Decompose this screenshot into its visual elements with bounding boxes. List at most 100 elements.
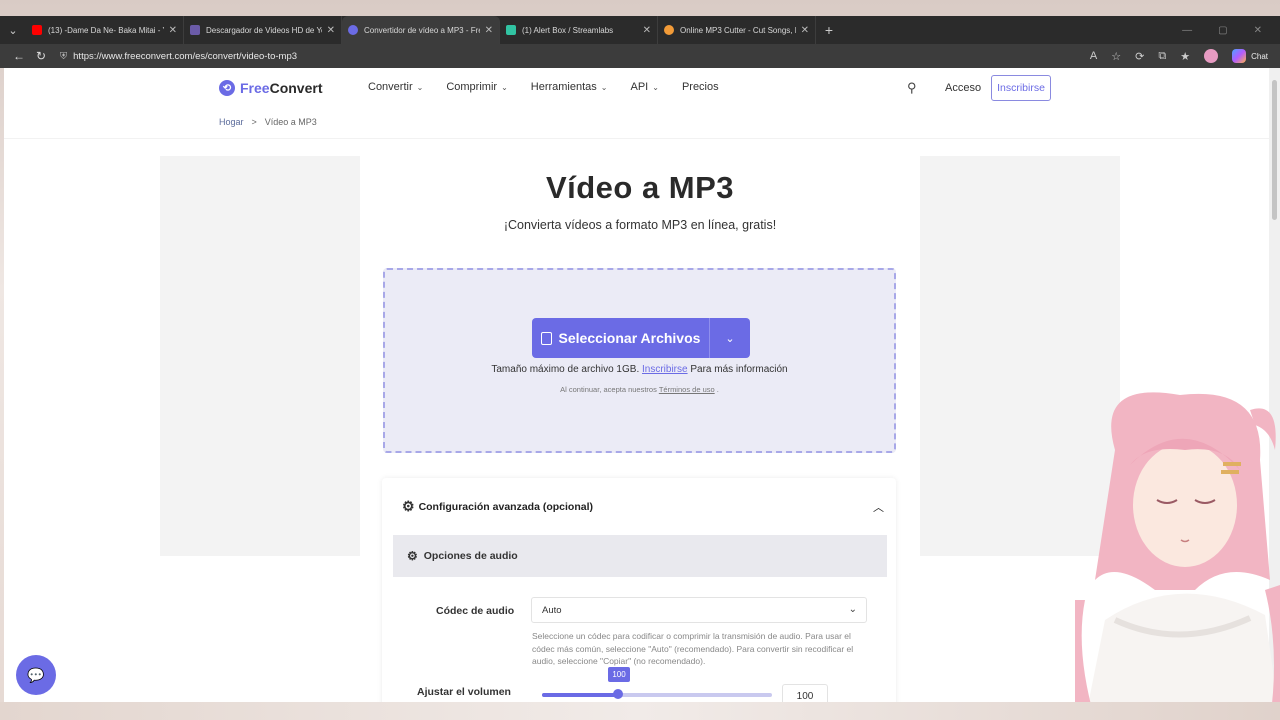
copilot-chat-button[interactable]: Chat bbox=[1232, 49, 1268, 63]
browser-tab[interactable]: (1) Alert Box / Streamlabs ✕ bbox=[500, 16, 658, 44]
close-window-icon[interactable]: ✕ bbox=[1254, 25, 1262, 36]
volume-label: Ajustar el volumen bbox=[417, 686, 511, 698]
audio-options-title: Opciones de audio bbox=[423, 550, 518, 562]
read-aloud-icon[interactable]: A bbox=[1090, 50, 1097, 62]
max-size-suffix: Para más información bbox=[690, 364, 788, 375]
chat-bubble-icon: 💬 bbox=[27, 666, 45, 683]
logo-free-text: Free bbox=[240, 80, 270, 96]
collections-icon[interactable]: ⧉ bbox=[1158, 50, 1166, 63]
advanced-settings-panel: ⚙ Configuración avanzada (opcional) ︿ ⚙ … bbox=[382, 478, 896, 702]
breadcrumb-current: Vídeo a MP3 bbox=[264, 117, 317, 127]
terms-link[interactable]: Términos de uso bbox=[659, 385, 715, 394]
select-files-button[interactable]: Seleccionar Archivos bbox=[532, 318, 710, 358]
url-text: https://www.freeconvert.com/es/convert/v… bbox=[73, 50, 298, 62]
maximize-icon[interactable]: ▢ bbox=[1218, 25, 1227, 36]
desktop-bottom-edge bbox=[0, 702, 1280, 720]
streamlabs-favicon-icon bbox=[506, 25, 516, 35]
mp3-cutter-favicon-icon bbox=[664, 25, 674, 35]
volume-slider[interactable] bbox=[542, 689, 772, 699]
gear-icon: ⚙ bbox=[407, 549, 418, 563]
close-tab-icon[interactable]: ✕ bbox=[801, 25, 809, 36]
tab-title: Descargador de Videos HD de Yo bbox=[206, 25, 322, 35]
browser-toolbar: ← ↻ ⛨ https://www.freeconvert.com/es/con… bbox=[0, 44, 1280, 68]
audio-codec-value: Auto bbox=[542, 604, 562, 616]
favorite-star-icon[interactable]: ☆ bbox=[1111, 50, 1121, 63]
nav-label: Convertir bbox=[368, 81, 413, 93]
chevron-down-icon: ⌄ bbox=[600, 82, 608, 92]
browser-tab-strip: ⌄ (13) -Dame Da Ne- Baka Mitai - Yo ✕ De… bbox=[0, 16, 1280, 44]
nav-label: Precios bbox=[681, 81, 719, 93]
gear-icon: ⚙ bbox=[402, 498, 415, 514]
minimize-icon[interactable]: — bbox=[1182, 25, 1192, 36]
nav-label: API bbox=[630, 81, 649, 93]
audio-options-header: ⚙ Opciones de audio bbox=[393, 535, 887, 577]
audio-codec-select[interactable]: Auto ⌄ bbox=[531, 597, 867, 623]
nav-precios[interactable]: Precios bbox=[682, 81, 719, 93]
logo-convert-text: Convert bbox=[269, 80, 323, 96]
audio-codec-label: Códec de audio bbox=[436, 605, 515, 617]
chat-label: Chat bbox=[1251, 51, 1268, 61]
nav-api[interactable]: API ⌄ bbox=[631, 81, 659, 93]
freeconvert-logo[interactable]: ⟲ FreeConvert bbox=[219, 80, 322, 96]
main-nav: Convertir ⌄ Comprimir ⌄ Herramientas ⌄ API ⌄… bbox=[368, 81, 719, 93]
chevron-up-icon[interactable]: ︿ bbox=[873, 499, 884, 515]
scrollbar-thumb[interactable] bbox=[1272, 80, 1277, 220]
freeconvert-logo-icon: ⟲ bbox=[219, 80, 235, 96]
reload-icon[interactable]: ↻ bbox=[30, 49, 52, 63]
signup-button[interactable]: Inscribirse bbox=[991, 75, 1051, 101]
address-bar[interactable]: ⛨ https://www.freeconvert.com/es/convert… bbox=[60, 51, 297, 62]
divider bbox=[4, 138, 1269, 139]
max-size-info: Tamaño máximo de archivo 1GB. Inscribirs… bbox=[385, 364, 894, 375]
chat-support-button[interactable]: 💬 bbox=[16, 655, 56, 695]
volume-slider-fill bbox=[542, 693, 618, 697]
close-tab-icon[interactable]: ✕ bbox=[485, 25, 493, 36]
tab-actions-menu-icon[interactable]: ⌄ bbox=[0, 16, 26, 44]
volume-input[interactable]: 100 bbox=[782, 684, 828, 702]
signup-link[interactable]: Inscribirse bbox=[642, 364, 688, 375]
breadcrumb-home[interactable]: Hogar bbox=[219, 117, 244, 127]
youtube-favicon-icon bbox=[32, 25, 42, 35]
ad-placeholder-left bbox=[160, 156, 360, 556]
volume-slider-handle[interactable] bbox=[612, 689, 623, 699]
favorites-list-icon[interactable]: ★ bbox=[1180, 50, 1190, 63]
close-tab-icon[interactable]: ✕ bbox=[643, 25, 651, 36]
close-tab-icon[interactable]: ✕ bbox=[327, 25, 335, 36]
breadcrumb-separator-icon: > bbox=[251, 117, 257, 127]
file-upload-icon bbox=[540, 331, 552, 345]
page-title: Vídeo a MP3 bbox=[545, 170, 735, 205]
extensions-icon[interactable]: ⟳ bbox=[1135, 50, 1144, 63]
search-icon[interactable]: ⚲ bbox=[907, 80, 917, 96]
site-header: ⟲ FreeConvert Convertir ⌄ Comprimir ⌄ Herr… bbox=[4, 68, 1269, 108]
chevron-down-icon: ⌄ bbox=[848, 604, 857, 615]
browser-tab[interactable]: Descargador de Videos HD de Yo ✕ bbox=[184, 16, 342, 44]
chevron-down-icon: ⌄ bbox=[416, 82, 424, 92]
volume-tooltip: 100 bbox=[608, 667, 630, 682]
advanced-settings-title: Configuración avanzada (opcional) bbox=[418, 500, 593, 513]
login-link[interactable]: Acceso bbox=[945, 82, 981, 94]
max-size-text: Tamaño máximo de archivo 1GB. bbox=[491, 364, 640, 375]
terms-notice: Al continuar, acepta nuestros Términos d… bbox=[385, 385, 894, 394]
nav-convertir[interactable]: Convertir ⌄ bbox=[368, 81, 423, 93]
back-arrow-icon[interactable]: ← bbox=[8, 49, 30, 63]
chevron-down-icon: ⌄ bbox=[652, 82, 659, 92]
new-tab-button[interactable]: + bbox=[816, 16, 842, 44]
close-tab-icon[interactable]: ✕ bbox=[169, 25, 177, 36]
terms-prefix: Al continuar, acepta nuestros bbox=[560, 385, 657, 394]
tab-title: (1) Alert Box / Streamlabs bbox=[522, 25, 614, 35]
nav-comprimir[interactable]: Comprimir ⌄ bbox=[446, 81, 507, 93]
nav-herramientas[interactable]: Herramientas ⌄ bbox=[531, 81, 608, 93]
vtuber-avatar-illustration bbox=[1075, 392, 1280, 720]
site-info-icon[interactable]: ⛨ bbox=[60, 51, 67, 62]
copilot-icon bbox=[1232, 49, 1247, 63]
browser-tab[interactable]: (13) -Dame Da Ne- Baka Mitai - Yo ✕ bbox=[26, 16, 184, 44]
profile-avatar[interactable] bbox=[1204, 49, 1219, 63]
file-drop-zone[interactable]: Seleccionar Archivos ⌄ Tamaño máximo de … bbox=[383, 268, 896, 453]
browser-tab-active[interactable]: Convertidor de vídeo a MP3 - Free ✕ bbox=[342, 16, 500, 44]
browser-tab[interactable]: Online MP3 Cutter - Cut Songs, M ✕ bbox=[658, 16, 816, 44]
select-files-button-group: Seleccionar Archivos ⌄ bbox=[532, 318, 750, 358]
nav-label: Comprimir bbox=[446, 81, 498, 93]
advanced-settings-header[interactable]: ⚙ Configuración avanzada (opcional) bbox=[402, 498, 593, 515]
breadcrumb: Hogar > Vídeo a MP3 bbox=[219, 117, 317, 127]
downloader-favicon-icon bbox=[190, 25, 200, 35]
upload-source-dropdown-icon[interactable]: ⌄ bbox=[710, 332, 750, 345]
